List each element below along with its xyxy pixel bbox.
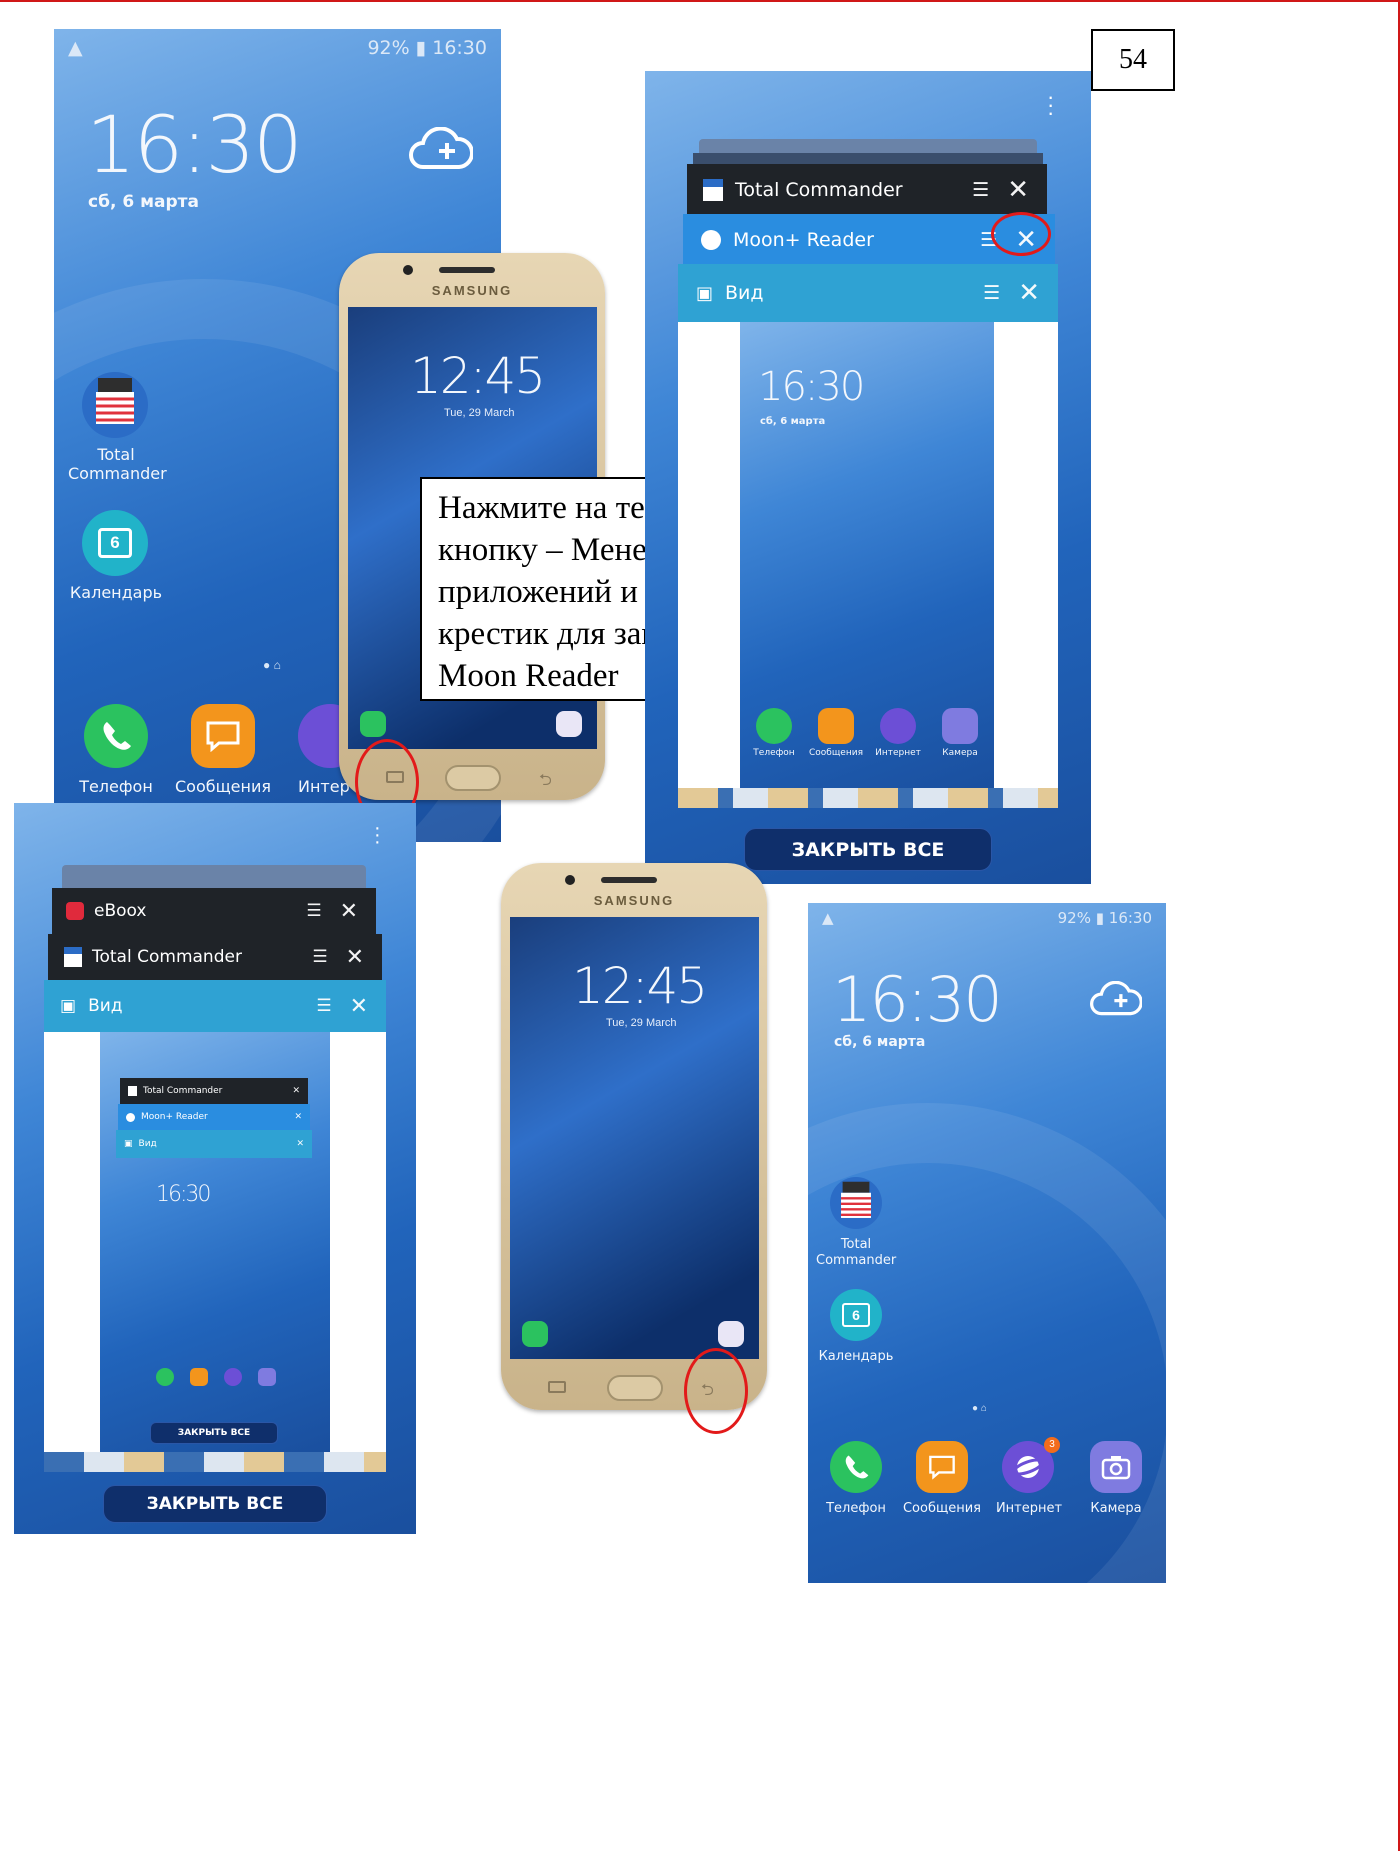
split-screen-icon[interactable]: ☰: [972, 179, 989, 201]
split-screen-icon[interactable]: ☰: [983, 282, 1000, 304]
cloud-plus-icon[interactable]: [1090, 980, 1143, 1017]
page-number: 54: [1119, 44, 1147, 75]
cloud-plus-icon[interactable]: [409, 126, 475, 171]
total-commander-icon[interactable]: [830, 1177, 882, 1229]
calendar-icon[interactable]: 6: [830, 1289, 882, 1341]
phone-mockup-2: SAMSUNG 12:45 Tue, 29 March ⮌: [501, 863, 767, 1410]
card-vid[interactable]: ▣ Вид ☰ ✕: [44, 980, 386, 1032]
total-commander-label: Total Commander: [816, 1237, 897, 1268]
status-bar: ▲ 92% ▮ 16:30: [68, 37, 487, 59]
highlight-close-moon-reader: [991, 212, 1051, 256]
total-commander-icon[interactable]: [82, 372, 148, 438]
total-commander-small-icon: [64, 947, 82, 967]
page-number-box: 54: [1091, 29, 1175, 91]
date: сб, 6 марта: [834, 1034, 926, 1050]
card-preview: 16:30 сб, 6 марта Телефон Сообщения Инте…: [678, 322, 1058, 808]
brand-label: SAMSUNG: [431, 283, 513, 298]
close-icon[interactable]: ✕: [340, 899, 358, 924]
card-vid[interactable]: ▣ Вид ☰ ✕: [678, 264, 1058, 322]
split-screen-icon[interactable]: ☰: [306, 901, 321, 921]
date: сб, 6 марта: [88, 192, 199, 212]
home-screen-bottom-right: ▲ 92% ▮ 16:30 16:30 сб, 6 марта Total Co…: [808, 903, 1166, 1583]
camera-icon: [556, 711, 582, 737]
phone-app-label: Телефон: [826, 1501, 886, 1516]
mini-card-vid: ▣ Вид ✕: [116, 1130, 312, 1158]
clock: 16:30: [832, 963, 1003, 1036]
phone-screen: 12:45 Tue, 29 March: [510, 917, 759, 1359]
messages-app-icon[interactable]: [191, 704, 255, 768]
thumbnail-strip: [44, 1452, 386, 1472]
close-all-button[interactable]: ЗАКРЫТЬ ВСЕ: [103, 1485, 327, 1523]
page-indicator: ● ⌂: [263, 658, 281, 672]
camera-app-icon[interactable]: [1090, 1441, 1142, 1493]
more-icon[interactable]: · · ·: [374, 818, 381, 852]
card-preview: Total Commander ✕ Moon+ Reader ✕ ▣ Вид ✕…: [44, 1032, 386, 1472]
messages-app-label: Сообщения: [902, 1501, 981, 1516]
speaker: [439, 267, 495, 273]
camera-small-icon: ▣: [696, 282, 714, 304]
recents-screen-bottom-left: · · · eBoox ☰ ✕ Total Commander ☰ ✕ ▣ Вид …: [14, 803, 416, 1534]
close-icon[interactable]: ✕: [350, 994, 368, 1019]
messages-app-icon[interactable]: [916, 1441, 968, 1493]
home-key[interactable]: [445, 765, 501, 791]
close-all-button[interactable]: ЗАКРЫТЬ ВСЕ: [744, 828, 992, 871]
clock: 16:30: [86, 101, 303, 191]
notification-badge: 3: [1044, 1437, 1060, 1453]
card-total-commander[interactable]: Total Commander ☰ ✕: [48, 934, 382, 980]
phone-app-label: Телефон: [79, 777, 153, 796]
total-commander-small-icon: [703, 179, 723, 201]
messages-app-label: Сообщения: [174, 777, 271, 796]
mini-card-moon-reader: Moon+ Reader ✕: [118, 1104, 310, 1130]
card-eboox[interactable]: eBoox ☰ ✕: [52, 888, 376, 934]
calendar-icon[interactable]: 6: [82, 510, 148, 576]
page-indicator: ● ⌂: [972, 1403, 987, 1414]
card-total-commander[interactable]: Total Commander ☰ ✕: [687, 164, 1047, 216]
phone-app-icon: [756, 708, 792, 744]
internet-app-icon: [880, 708, 916, 744]
home-key[interactable]: [607, 1375, 663, 1401]
camera-small-icon: ▣: [60, 996, 77, 1016]
split-screen-icon[interactable]: ☰: [316, 996, 331, 1016]
split-screen-icon[interactable]: ☰: [312, 947, 327, 967]
calendar-label: Календарь: [69, 583, 163, 602]
messages-app-icon: [818, 708, 854, 744]
calendar-label: Календарь: [818, 1349, 894, 1364]
phone-icon: [360, 711, 386, 737]
back-key[interactable]: ⮌: [539, 769, 552, 796]
eboox-icon: [66, 902, 84, 920]
close-icon[interactable]: ✕: [346, 945, 364, 970]
close-icon[interactable]: ✕: [1018, 278, 1040, 308]
mini-card-total-commander: Total Commander ✕: [120, 1078, 308, 1104]
thumbnail-strip: [678, 788, 1058, 808]
status-bar: ▲ 92% ▮ 16:30: [822, 909, 1152, 927]
more-icon[interactable]: · · ·: [1047, 86, 1054, 124]
total-commander-label: Total Commander: [68, 445, 167, 484]
phone-app-icon[interactable]: [830, 1441, 882, 1493]
mini-close-all-button: ЗАКРЫТЬ ВСЕ: [150, 1422, 278, 1444]
internet-app-label: Интернет: [995, 1501, 1063, 1516]
phone-app-icon[interactable]: [84, 704, 148, 768]
moon-reader-icon: [701, 230, 721, 250]
highlight-back-key: [684, 1348, 748, 1434]
camera-app-label: Камера: [1090, 1501, 1142, 1516]
recent-apps-key[interactable]: [548, 1381, 566, 1393]
close-icon[interactable]: ✕: [1007, 175, 1029, 205]
camera-app-icon: [942, 708, 978, 744]
recents-screen-top-right: · · · Total Commander ☰ ✕ Moon+ Reader ☰ ✕…: [645, 71, 1091, 884]
camera-dot: [403, 265, 413, 275]
